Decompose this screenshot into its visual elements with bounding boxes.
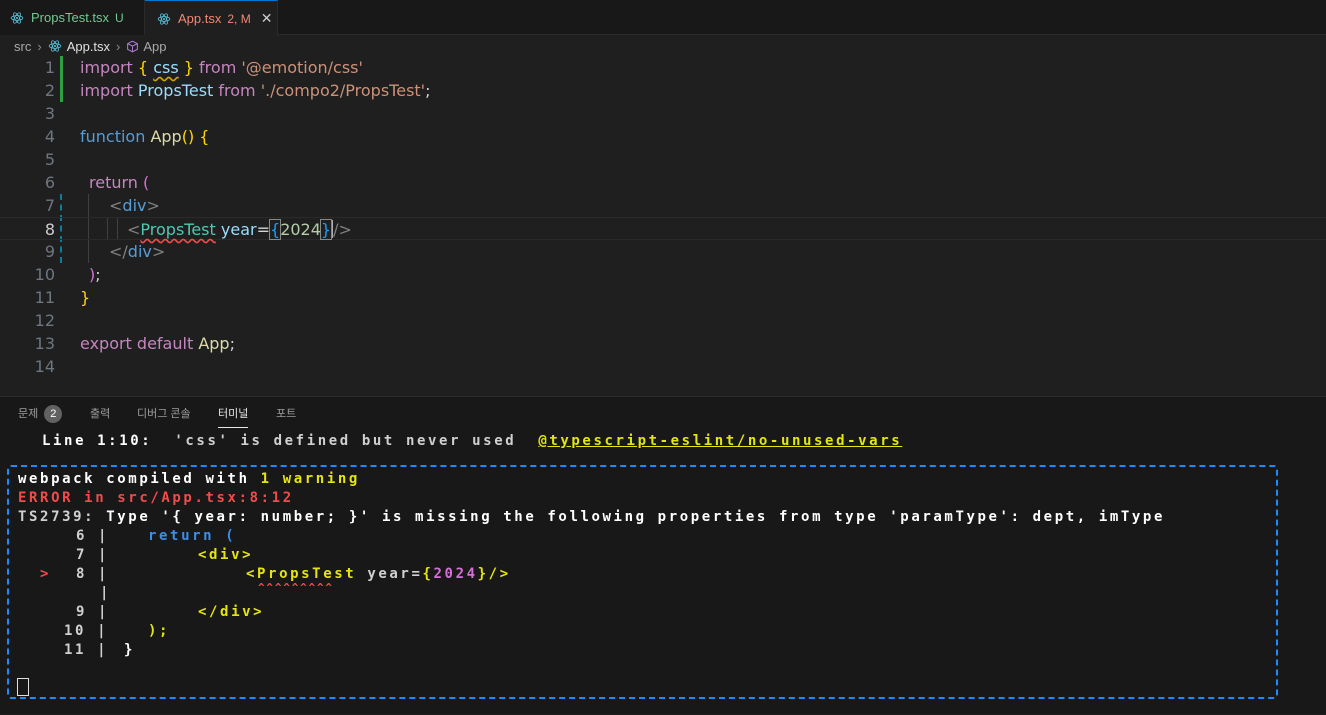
tab-status: 2, M bbox=[227, 11, 251, 26]
tag-bracket: </ bbox=[109, 242, 128, 261]
line-number: 6 bbox=[44, 173, 55, 192]
tag-name: div bbox=[122, 196, 147, 215]
tab-propstest[interactable]: PropsTest.tsx U bbox=[0, 0, 145, 35]
tab-label: App.tsx bbox=[178, 11, 222, 26]
brace: } bbox=[80, 288, 91, 307]
keyword: from bbox=[218, 81, 256, 100]
punctuation: ; bbox=[229, 334, 235, 353]
cube-icon bbox=[127, 40, 139, 52]
code-line: 2 import PropsTest from './compo2/PropsT… bbox=[0, 79, 1326, 102]
line-number: 1 bbox=[44, 58, 55, 77]
code-editor[interactable]: 1 import { css } from '@emotion/css' 2 i… bbox=[0, 56, 1326, 396]
identifier: PropsTest bbox=[137, 81, 214, 100]
react-icon bbox=[10, 11, 24, 24]
paren: ( bbox=[143, 173, 150, 192]
identifier: App bbox=[198, 334, 230, 353]
editor-tab-bar: PropsTest.tsx U App.tsx 2, M ✕ bbox=[0, 0, 1326, 36]
line-number: 11 bbox=[34, 288, 55, 307]
lint-rule-link[interactable]: @typescript-eslint/no-unused-vars bbox=[538, 433, 902, 449]
tag-name: div bbox=[127, 242, 152, 261]
code-line: 5 bbox=[0, 148, 1326, 171]
code-line: 3 bbox=[0, 102, 1326, 125]
tag-bracket: /> bbox=[333, 220, 352, 239]
code-line: 14 bbox=[0, 355, 1326, 378]
lint-message: 'css' is defined but never used bbox=[174, 433, 517, 449]
line-number: 7 bbox=[44, 196, 55, 215]
line-number: 2 bbox=[44, 81, 55, 100]
breadcrumb: src › App.tsx › App bbox=[14, 36, 167, 56]
tag-bracket: > bbox=[146, 196, 160, 215]
react-icon bbox=[48, 40, 61, 52]
code-line-current: 8 <PropsTest year={2024}/> bbox=[0, 217, 1326, 240]
punctuation: ; bbox=[95, 265, 101, 284]
brace: { bbox=[199, 127, 210, 146]
string: '@emotion/css' bbox=[241, 58, 363, 77]
line-number: 4 bbox=[44, 127, 55, 146]
line-number: 8 bbox=[44, 220, 55, 239]
breadcrumb-folder[interactable]: src bbox=[14, 39, 31, 54]
keyword: import bbox=[80, 81, 133, 100]
code-line: 13 export default App; bbox=[0, 332, 1326, 355]
lint-location: Line 1:10: bbox=[42, 433, 153, 449]
tag-bracket: < bbox=[127, 220, 141, 239]
parens: () bbox=[181, 127, 195, 146]
line-number: 5 bbox=[44, 150, 55, 169]
close-icon[interactable]: ✕ bbox=[261, 10, 273, 27]
code-line: 9 </div> bbox=[0, 240, 1326, 263]
keyword: return bbox=[89, 173, 138, 192]
line-number: 13 bbox=[34, 334, 55, 353]
number: 2024 bbox=[280, 220, 321, 239]
react-icon bbox=[157, 12, 171, 25]
line-number: 14 bbox=[34, 357, 55, 376]
component-name: PropsTest bbox=[140, 220, 216, 239]
function-name: App bbox=[150, 127, 182, 146]
highlight-box bbox=[7, 465, 1278, 699]
breadcrumb-symbol[interactable]: App bbox=[143, 39, 166, 54]
line-number: 9 bbox=[44, 242, 55, 261]
code-line: 12 bbox=[0, 309, 1326, 332]
keyword: from bbox=[199, 58, 237, 77]
line-number: 3 bbox=[44, 104, 55, 123]
code-line: 10 ); bbox=[0, 263, 1326, 286]
keyword: function bbox=[80, 127, 146, 146]
chevron-right-icon: › bbox=[116, 38, 121, 54]
brace: } bbox=[183, 58, 194, 77]
tab-status: U bbox=[115, 10, 124, 25]
tab-app[interactable]: App.tsx 2, M ✕ bbox=[145, 0, 278, 36]
chevron-right-icon: › bbox=[37, 38, 42, 54]
code-line: 4 function App() { bbox=[0, 125, 1326, 148]
keyword: export bbox=[80, 334, 132, 353]
code-line: 6 return ( bbox=[0, 171, 1326, 194]
tab-label: PropsTest.tsx bbox=[31, 10, 110, 25]
brace: } bbox=[319, 219, 333, 240]
code-line: 7 <div> bbox=[0, 194, 1326, 217]
attribute: year bbox=[220, 220, 257, 239]
string: './compo2/PropsTest' bbox=[260, 81, 426, 100]
punctuation: ; bbox=[425, 81, 431, 100]
code-line: 1 import { css } from '@emotion/css' bbox=[0, 56, 1326, 79]
keyword: default bbox=[136, 334, 194, 353]
brace: { bbox=[137, 58, 149, 77]
terminal-line: Line 1:10: 'css' is defined but never us… bbox=[42, 432, 902, 451]
punctuation: = bbox=[256, 220, 270, 239]
code-line: 11 } bbox=[0, 286, 1326, 309]
tag-bracket: < bbox=[109, 196, 123, 215]
keyword: import bbox=[80, 58, 133, 77]
brace: { bbox=[268, 219, 282, 240]
unused-import: css bbox=[153, 58, 179, 77]
tag-bracket: > bbox=[151, 242, 166, 261]
bottom-panel: 문제 2 출력 디버그 콘솔 터미널 포트 Line 1:10: 'css' is… bbox=[0, 396, 1326, 714]
line-number: 10 bbox=[34, 265, 55, 284]
breadcrumb-file[interactable]: App.tsx bbox=[67, 39, 110, 54]
line-number: 12 bbox=[34, 311, 55, 330]
